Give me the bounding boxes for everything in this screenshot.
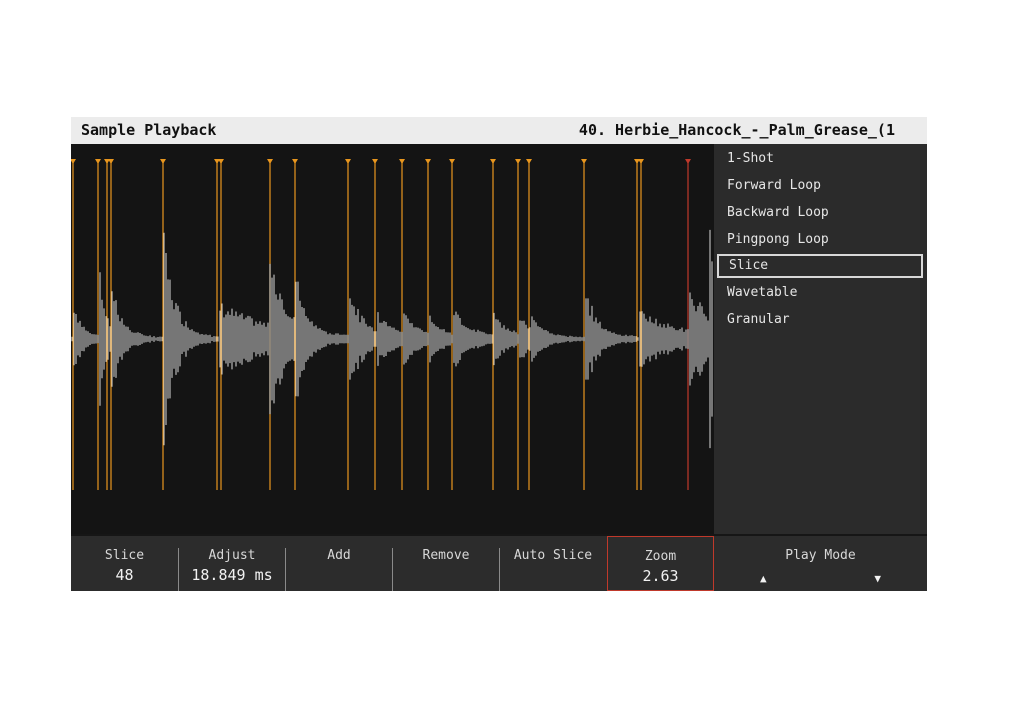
adjust-value: 18.849 ms (191, 566, 273, 584)
slice-marker-flag (581, 159, 587, 164)
auto-slice-label: Auto Slice (513, 548, 593, 563)
slice-marker-flag (372, 159, 378, 164)
auto-slice-softkey[interactable]: Auto Slice (500, 536, 606, 591)
slice-softkey[interactable]: Slice 48 (71, 536, 178, 591)
add-label: Add (327, 548, 351, 563)
remove-label: Remove (422, 548, 470, 563)
zoom-softkey[interactable]: Zoom 2.63 (607, 536, 714, 591)
slice-marker-flag (292, 159, 298, 164)
slice-marker-flag (218, 159, 224, 164)
remove-softkey[interactable]: Remove (393, 536, 499, 591)
slice-marker-flag (345, 159, 351, 164)
sample-name: 40. Herbie_Hancock_-_Palm_Grease_(1 (578, 121, 895, 139)
title-bar: Sample Playback 40. Herbie_Hancock_-_Pal… (71, 117, 927, 144)
slice-marker-flag (108, 159, 114, 164)
slice-marker-flag (267, 159, 273, 164)
slice-marker-flag (515, 159, 521, 164)
play-mode-softkey[interactable]: Play Mode ▲ ▼ (714, 536, 927, 591)
mode-item-forward-loop[interactable]: Forward Loop (717, 174, 917, 198)
slice-marker-flag (160, 159, 166, 164)
softkey-bar: Slice 48 Adjust 18.849 ms Add Remove Aut… (71, 536, 927, 591)
slice-marker-flag (449, 159, 455, 164)
mode-item-granular[interactable]: Granular (717, 308, 917, 332)
adjust-label: Adjust (208, 548, 256, 563)
zoom-value: 2.63 (642, 567, 679, 585)
triangle-up-icon[interactable]: ▲ (760, 572, 767, 585)
zoom-label: Zoom (644, 549, 677, 564)
slice-marker-flag (425, 159, 431, 164)
mode-item-backward-loop[interactable]: Backward Loop (717, 201, 917, 225)
mode-item-wavetable[interactable]: Wavetable (717, 281, 917, 305)
slice-marker-flag (490, 159, 496, 164)
waveform-view[interactable] (71, 144, 714, 534)
active-slice-marker-flag (685, 159, 691, 164)
sample-playback-screen: Sample Playback 40. Herbie_Hancock_-_Pal… (71, 117, 927, 591)
adjust-softkey[interactable]: Adjust 18.849 ms (179, 536, 285, 591)
slice-label: Slice (104, 548, 145, 563)
play-mode-label: Play Mode (785, 548, 856, 563)
waveform-display[interactable] (71, 144, 714, 534)
waveform (71, 229, 713, 449)
slice-value: 48 (115, 566, 134, 584)
slice-marker-flag (95, 159, 101, 164)
add-softkey[interactable]: Add (286, 536, 392, 591)
slice-marker-flag (526, 159, 532, 164)
page-title: Sample Playback (81, 121, 217, 139)
mode-item-pingpong-loop[interactable]: Pingpong Loop (717, 228, 917, 252)
triangle-down-icon[interactable]: ▼ (874, 572, 881, 585)
mode-item-1-shot[interactable]: 1-Shot (717, 147, 917, 171)
mode-item-slice[interactable]: Slice (717, 254, 923, 278)
play-mode-list[interactable]: 1-Shot Forward Loop Backward Loop Pingpo… (714, 144, 927, 534)
slice-marker-flag (638, 159, 644, 164)
slice-marker-flag (399, 159, 405, 164)
